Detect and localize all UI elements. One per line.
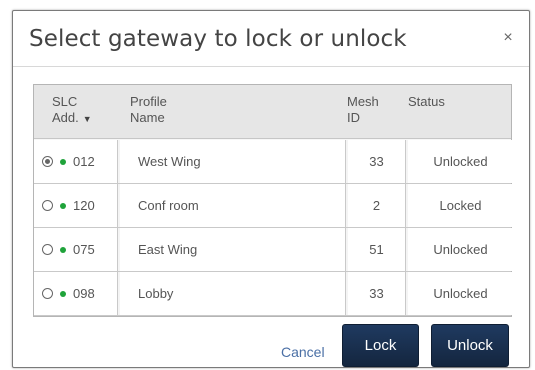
header-mesh-id: Mesh ID [347, 94, 379, 125]
cell-slc-address: 120 [34, 184, 118, 227]
table-row[interactable]: 075 East Wing 51 Unlocked [34, 228, 513, 272]
cell-status: Unlocked [408, 228, 513, 271]
lock-gateway-dialog: Select gateway to lock or unlock × SLC A… [12, 10, 530, 368]
sort-down-icon[interactable]: ▼ [83, 114, 92, 124]
cell-profile-name: West Wing [120, 140, 346, 183]
slc-address-value: 120 [73, 198, 95, 213]
cell-slc-address: 012 [34, 140, 118, 183]
row-select-radio[interactable] [42, 244, 53, 255]
cell-status: Unlocked [408, 140, 513, 183]
slc-address-value: 098 [73, 286, 95, 301]
cell-slc-address: 075 [34, 228, 118, 271]
cell-profile-name: Conf room [120, 184, 346, 227]
status-dot-icon [60, 246, 66, 253]
header-slc-address[interactable]: SLC Add. ▼ [52, 94, 92, 127]
cell-mesh-id: 2 [348, 184, 406, 227]
cell-status: Locked [408, 184, 513, 227]
cell-profile-name: East Wing [120, 228, 346, 271]
unlock-button[interactable]: Unlock [431, 324, 509, 367]
header-status: Status [408, 94, 445, 109]
table-header: SLC Add. ▼ Profile Name Mesh ID Status [34, 85, 511, 139]
cell-mesh-id: 33 [348, 272, 406, 315]
cancel-button[interactable]: Cancel [281, 344, 325, 360]
page: Select gateway to lock or unlock × SLC A… [0, 0, 535, 370]
status-dot-icon [60, 290, 66, 297]
table-row[interactable]: 012 West Wing 33 Unlocked [34, 140, 513, 184]
slc-address-value: 075 [73, 242, 95, 257]
close-icon[interactable]: × [501, 30, 515, 46]
row-select-radio[interactable] [42, 200, 53, 211]
cell-status: Unlocked [408, 272, 513, 315]
gateway-table: SLC Add. ▼ Profile Name Mesh ID Status 01… [33, 84, 513, 317]
cell-mesh-id: 33 [348, 140, 406, 183]
row-select-radio[interactable] [42, 156, 53, 167]
status-dot-icon [60, 158, 66, 165]
lock-button[interactable]: Lock [342, 324, 419, 367]
cell-slc-address: 098 [34, 272, 118, 315]
cell-profile-name: Lobby [120, 272, 346, 315]
slc-address-value: 012 [73, 154, 95, 169]
header-profile-name: Profile Name [130, 94, 167, 125]
row-select-radio[interactable] [42, 288, 53, 299]
table-row[interactable]: 098 Lobby 33 Unlocked [34, 272, 513, 316]
table-row[interactable]: 120 Conf room 2 Locked [34, 184, 513, 228]
dialog-header: Select gateway to lock or unlock × [13, 11, 529, 67]
dialog-title: Select gateway to lock or unlock [29, 26, 407, 52]
status-dot-icon [60, 202, 66, 209]
cell-mesh-id: 51 [348, 228, 406, 271]
